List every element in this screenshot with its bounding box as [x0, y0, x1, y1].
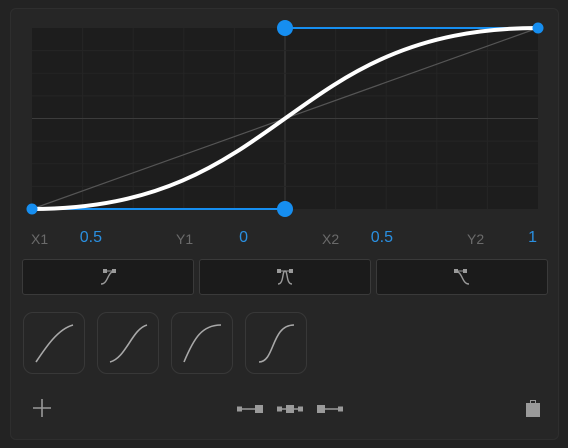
curve-preset-ease-out-strong[interactable]: [171, 312, 233, 374]
x2-value[interactable]: 0.5: [361, 229, 393, 247]
curve-preset-ease-out[interactable]: [23, 312, 85, 374]
add-preset-button[interactable]: [30, 396, 54, 420]
ease-out-icon: [454, 269, 470, 285]
ease-in-button[interactable]: [22, 259, 194, 295]
x2-label: X2: [322, 231, 340, 247]
curve-preset-ease-in-out-strong[interactable]: [245, 312, 307, 374]
paste-button[interactable]: [522, 397, 544, 419]
ease-out-curve-icon: [35, 324, 74, 363]
curve-preset-ease-in-out[interactable]: [97, 312, 159, 374]
control-point-2[interactable]: [277, 20, 293, 36]
plus-icon: [33, 399, 51, 417]
align-left-icon: [237, 405, 263, 413]
align-center-icon: [277, 405, 303, 413]
bezier-curve-editor[interactable]: [0, 0, 568, 448]
y1-value[interactable]: 0: [216, 229, 248, 247]
ease-in-out-curve-icon: [109, 324, 148, 363]
end-point: [532, 22, 544, 34]
ease-in-out-button[interactable]: [199, 259, 371, 295]
start-point: [26, 203, 38, 215]
y2-label: Y2: [467, 231, 485, 247]
align-center-button[interactable]: [275, 400, 305, 418]
align-left-button[interactable]: [235, 400, 265, 418]
x1-label: X1: [31, 231, 49, 247]
ease-out-strong-curve-icon: [183, 324, 222, 363]
paste-icon: [526, 400, 540, 417]
align-right-icon: [317, 405, 343, 413]
ease-in-out-icon: [277, 269, 293, 285]
ease-out-button[interactable]: [376, 259, 548, 295]
y2-value[interactable]: 1: [505, 229, 537, 247]
ease-in-icon: [100, 269, 116, 285]
align-right-button[interactable]: [315, 400, 345, 418]
x1-value[interactable]: 0.5: [70, 229, 102, 247]
y1-label: Y1: [176, 231, 194, 247]
ease-in-out-strong-curve-icon: [258, 324, 295, 363]
control-point-1[interactable]: [277, 201, 293, 217]
